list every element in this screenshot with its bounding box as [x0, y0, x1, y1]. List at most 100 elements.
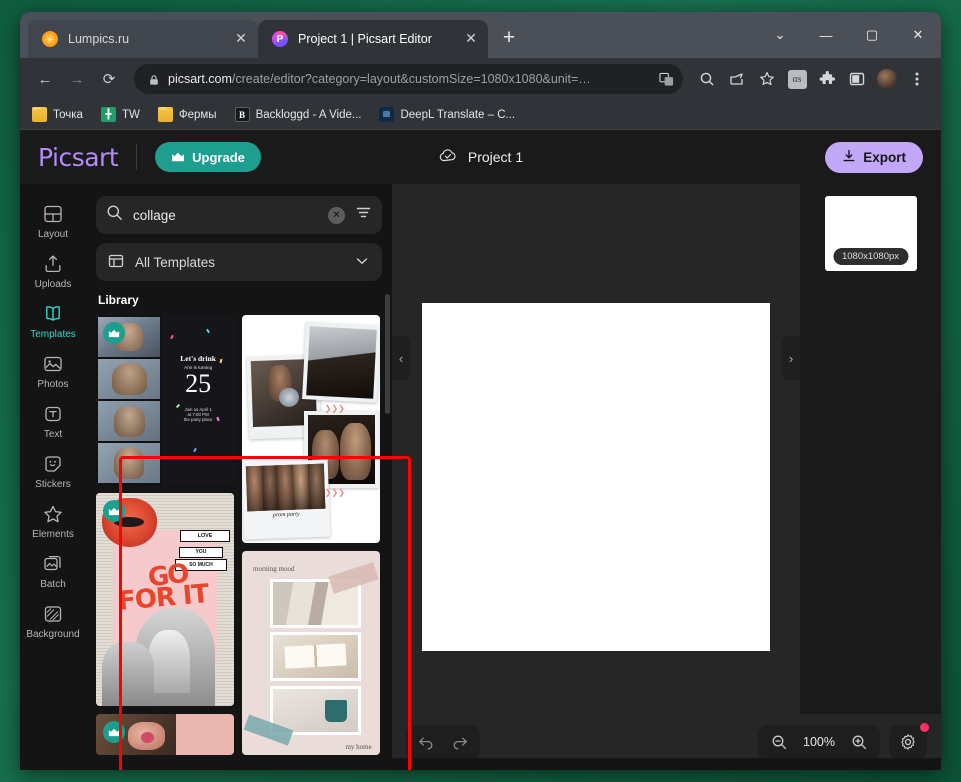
editor-header: Picsart Upgrade Project 1 Export	[20, 130, 941, 184]
browser-window: Lumpics.ru ✕ P Project 1 | Picsart Edito…	[20, 12, 941, 770]
search-icon[interactable]	[693, 65, 721, 93]
picsart-logo[interactable]: Picsart	[38, 143, 119, 172]
deepl-icon	[379, 107, 395, 122]
browser-tab-picsart[interactable]: P Project 1 | Picsart Editor ✕	[258, 20, 488, 58]
sidebar-item-layout[interactable]: Layout	[23, 196, 83, 245]
category-select-value: All Templates	[135, 254, 216, 270]
zoom-controls: 100%	[758, 725, 880, 759]
picsart-icon: P	[272, 31, 288, 47]
avatar[interactable]	[873, 65, 901, 93]
zoom-out-icon[interactable]	[766, 729, 792, 755]
pages-panel: 1080x1080px	[800, 184, 941, 770]
panel-scrollbar[interactable]	[385, 294, 390, 414]
project-name: Project 1	[467, 149, 524, 165]
premium-crown-icon	[103, 322, 125, 344]
collapse-right-panel-button[interactable]: ›	[782, 336, 800, 380]
template-card-go-for-it[interactable]: LOVE YOU SO MUCH GO FOR IT	[96, 493, 234, 707]
tab-strip: Lumpics.ru ✕ P Project 1 | Picsart Edito…	[20, 12, 941, 58]
bookmark-label: Точка	[53, 108, 83, 121]
library-heading: Library	[98, 293, 139, 307]
sidebar-item-photos[interactable]: Photos	[23, 346, 83, 395]
bookmark-star-icon[interactable]	[753, 65, 781, 93]
sidebar-item-stickers[interactable]: Stickers	[23, 446, 83, 495]
collapse-left-panel-button[interactable]: ‹	[392, 336, 410, 380]
sidebar-item-templates[interactable]: Templates	[23, 296, 83, 345]
clear-search-icon[interactable]: ✕	[328, 206, 345, 224]
sidebar-item-label: Background	[26, 629, 80, 640]
bookmark-label: Фермы	[178, 108, 217, 121]
template-text: my home	[345, 742, 372, 751]
artboard[interactable]	[422, 303, 770, 651]
bookmark-tw[interactable]: ╋ TW	[100, 107, 140, 122]
side-panel-icon[interactable]	[843, 65, 871, 93]
share-icon[interactable]	[723, 65, 751, 93]
template-card-partial-bottom[interactable]	[96, 714, 234, 755]
template-text: morning mood	[253, 565, 295, 574]
address-bar[interactable]: picsart.com/create/editor?category=layou…	[134, 64, 683, 94]
redo-icon[interactable]	[444, 727, 476, 757]
extension-as-icon[interactable]: αs	[783, 65, 811, 93]
template-card-morning-mood[interactable]: morning mood my home	[242, 550, 380, 755]
back-icon[interactable]: ←	[30, 64, 60, 94]
bookmark-label: TW	[121, 108, 140, 121]
page-thumbnail[interactable]: 1080x1080px	[824, 196, 917, 271]
close-window-icon[interactable]: ✕	[895, 16, 941, 54]
upgrade-label: Upgrade	[192, 149, 245, 165]
export-button[interactable]: Export	[825, 141, 923, 173]
template-card-prom-party[interactable]: prom party ❯❯❯ ❯❯❯	[242, 315, 380, 543]
templates-column-left: Let's drink Ann is turning 25 Join us Ap…	[96, 315, 234, 755]
tw-green-icon: ╋	[100, 107, 116, 122]
sidebar-item-label: Batch	[40, 579, 66, 590]
sidebar-item-uploads[interactable]: Uploads	[23, 246, 83, 295]
grid-icon	[108, 253, 124, 272]
maximize-icon[interactable]: ▢	[849, 16, 895, 54]
notification-dot	[920, 723, 929, 732]
sidebar-item-batch[interactable]: Batch	[23, 546, 83, 595]
sidebar-item-label: Templates	[30, 329, 76, 340]
search-icon	[106, 204, 123, 226]
tool-rail: Layout Uploads Templates Photos Text Sti…	[20, 184, 86, 770]
templates-grid: Let's drink Ann is turning 25 Join us Ap…	[96, 315, 382, 755]
sidebar-item-text[interactable]: Text	[23, 396, 83, 445]
undo-icon[interactable]	[410, 727, 442, 757]
reload-icon[interactable]: ⟳	[94, 64, 124, 94]
upgrade-button[interactable]: Upgrade	[155, 142, 261, 172]
browser-tab-lumpics[interactable]: Lumpics.ru ✕	[28, 20, 258, 58]
tab-search-chevron-icon[interactable]: ⌄	[757, 16, 803, 54]
kebab-menu-icon[interactable]	[903, 65, 931, 93]
bookmark-fermy[interactable]: Фермы	[157, 107, 217, 122]
url-text: picsart.com/create/editor?category=layou…	[168, 72, 647, 86]
filter-icon[interactable]	[355, 204, 372, 226]
template-card-birthday-invite[interactable]: Let's drink Ann is turning 25 Join us Ap…	[96, 315, 234, 486]
forward-icon[interactable]: →	[62, 64, 92, 94]
lock-icon	[148, 73, 160, 85]
tab-title: Lumpics.ru	[68, 32, 130, 46]
category-select[interactable]: All Templates	[96, 243, 382, 281]
translate-icon[interactable]	[655, 68, 677, 90]
tab-title: Project 1 | Picsart Editor	[298, 32, 432, 46]
bookmark-deepl[interactable]: DeepL Translate – C...	[379, 107, 515, 122]
library-section: Library Let's drink Ann is turning 25 Jo…	[96, 291, 382, 755]
zoom-level-value[interactable]: 100%	[802, 735, 836, 749]
canvas-area: ‹ ›	[392, 184, 800, 770]
puzzle-extensions-icon[interactable]	[813, 65, 841, 93]
bookmark-backloggd[interactable]: B Backloggd - A Vide...	[234, 107, 361, 122]
project-name-area[interactable]: Project 1	[438, 148, 523, 167]
sidebar-item-background[interactable]: Background	[23, 596, 83, 645]
templates-panel: collage ✕ All Templates Library Let's dr…	[86, 184, 392, 770]
folder-icon	[32, 107, 47, 122]
sidebar-item-label: Text	[43, 429, 63, 440]
editor-body: Layout Uploads Templates Photos Text Sti…	[20, 184, 941, 770]
bookmark-tochka[interactable]: Точка	[32, 107, 83, 122]
minimize-icon[interactable]: —	[803, 16, 849, 54]
search-query-text: collage	[133, 207, 176, 223]
navigation-bar: ← → ⟳ picsart.com/create/editor?category…	[20, 58, 941, 100]
close-tab-icon[interactable]: ✕	[232, 30, 250, 48]
settings-button[interactable]	[889, 723, 929, 759]
close-tab-icon[interactable]: ✕	[462, 30, 480, 48]
template-text: Let's drink	[180, 353, 216, 363]
search-input[interactable]: collage ✕	[96, 196, 382, 234]
new-tab-button[interactable]: +	[494, 24, 524, 54]
zoom-in-icon[interactable]	[846, 729, 872, 755]
sidebar-item-elements[interactable]: Elements	[23, 496, 83, 545]
